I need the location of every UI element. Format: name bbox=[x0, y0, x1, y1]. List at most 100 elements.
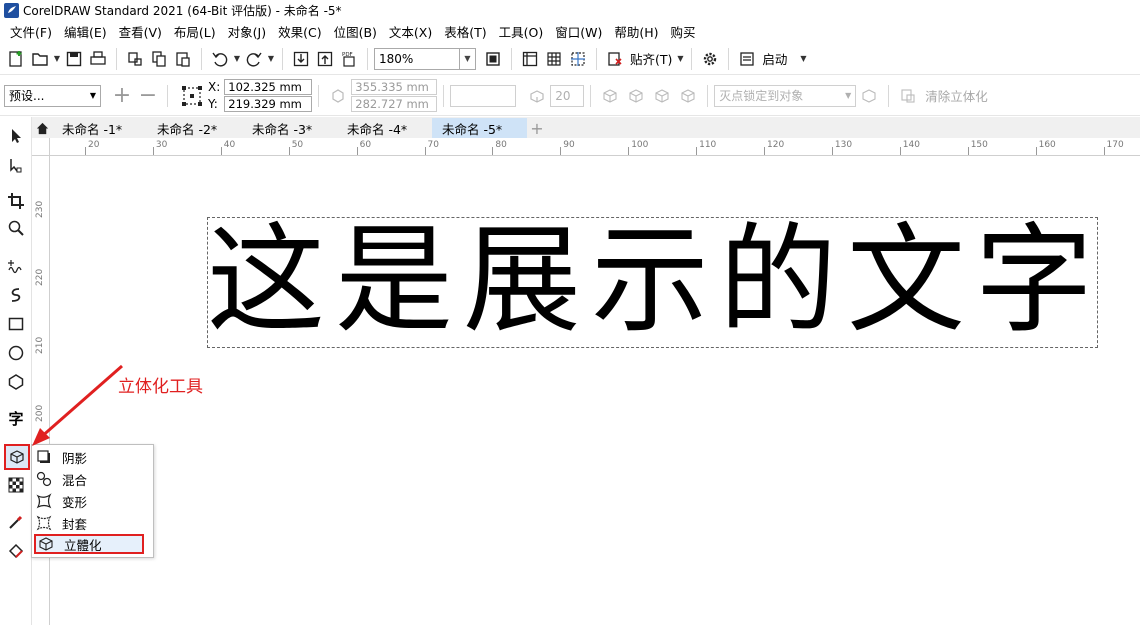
artistic-media-tool[interactable] bbox=[5, 284, 27, 306]
paste-button[interactable] bbox=[172, 46, 194, 72]
effects-flyout-menu: 阴影 混合 变形 封套 立體化 bbox=[31, 444, 154, 558]
redo-dropdown-caret[interactable]: ▼ bbox=[266, 54, 276, 63]
ruler-tick-label: 130 bbox=[834, 140, 853, 150]
show-rulers-button[interactable] bbox=[519, 46, 541, 72]
clear-extrude-button[interactable]: 清除立体化 bbox=[925, 86, 988, 105]
menu-help[interactable]: 帮助(H) bbox=[608, 22, 664, 41]
extrusion-type-dropdown[interactable] bbox=[450, 84, 517, 107]
extrude-bevel-icon[interactable] bbox=[649, 87, 675, 105]
application-launcher-button[interactable] bbox=[736, 46, 758, 72]
menu-tools[interactable]: 工具(O) bbox=[493, 22, 550, 41]
open-dropdown-caret[interactable]: ▼ bbox=[52, 54, 62, 63]
x-position-input[interactable]: 102.325 mm bbox=[224, 79, 313, 95]
pick-tool[interactable] bbox=[5, 125, 27, 147]
snap-off-button[interactable] bbox=[604, 46, 626, 72]
text-tool[interactable]: 字 bbox=[5, 407, 27, 429]
zoom-dropdown-arrow[interactable]: ▼ bbox=[460, 47, 476, 70]
import-button[interactable] bbox=[290, 46, 312, 72]
flyout-item-blend[interactable]: 混合 bbox=[34, 469, 153, 489]
add-preset-icon[interactable]: + bbox=[109, 83, 135, 108]
zoom-tool[interactable] bbox=[5, 217, 27, 239]
depth-icon bbox=[524, 87, 550, 105]
flyout-item-drop-shadow[interactable]: 阴影 bbox=[34, 447, 153, 467]
rectangle-tool[interactable] bbox=[5, 313, 27, 335]
menu-text[interactable]: 文本(X) bbox=[383, 22, 438, 41]
vanishing-point-y-input[interactable]: 282.727 mm bbox=[351, 96, 438, 112]
menu-object[interactable]: 对象(J) bbox=[222, 22, 272, 41]
launch-label[interactable]: 启动 bbox=[762, 49, 787, 68]
vanishing-point-lock-dropdown[interactable]: 灭点锁定到对象 ▼ bbox=[714, 84, 857, 107]
new-tab-button[interactable]: + bbox=[527, 119, 547, 138]
interactive-effects-tool[interactable] bbox=[4, 444, 30, 470]
ruler-tick bbox=[288, 147, 290, 155]
ruler-origin[interactable] bbox=[32, 138, 50, 156]
vanishing-point-coords-icon bbox=[325, 87, 351, 105]
artistic-text-object[interactable]: 这是展示的文字 bbox=[207, 212, 1098, 348]
transparency-tool[interactable] bbox=[5, 474, 27, 496]
y-position-input[interactable]: 219.329 mm bbox=[224, 96, 313, 112]
extrude-rotation-icon[interactable] bbox=[597, 87, 623, 105]
launch-dropdown-caret[interactable]: ▼ bbox=[798, 54, 808, 63]
undo-button[interactable] bbox=[209, 46, 231, 72]
print-icon bbox=[90, 50, 106, 65]
save-button[interactable] bbox=[63, 46, 85, 72]
copy-extrude-properties-icon[interactable] bbox=[856, 87, 882, 105]
open-button[interactable] bbox=[29, 46, 51, 72]
shape-tool[interactable] bbox=[5, 154, 27, 176]
eyedropper-tool[interactable] bbox=[5, 511, 27, 533]
tab-document-3[interactable]: 未命名 -3* bbox=[242, 118, 337, 138]
welcome-screen-tab[interactable] bbox=[32, 118, 52, 138]
tab-document-4[interactable]: 未命名 -4* bbox=[337, 118, 432, 138]
vanishing-point-x-input[interactable]: 355.335 mm bbox=[351, 79, 438, 95]
clear-extrude-icon[interactable] bbox=[895, 87, 921, 105]
polygon-tool[interactable] bbox=[5, 371, 27, 393]
zoom-level-input[interactable]: 180% bbox=[374, 47, 460, 70]
show-guidelines-button[interactable] bbox=[567, 46, 589, 72]
snap-dropdown-caret[interactable]: ▼ bbox=[675, 54, 685, 63]
publish-pdf-button[interactable]: PDF bbox=[338, 46, 360, 72]
cut-button[interactable] bbox=[124, 46, 146, 72]
options-button[interactable] bbox=[699, 46, 721, 72]
checkerboard-icon bbox=[8, 477, 24, 493]
tab-document-5[interactable]: 未命名 -5* bbox=[432, 118, 527, 138]
ruler-tick bbox=[831, 147, 833, 155]
extrude-lighting-icon[interactable] bbox=[675, 87, 701, 105]
new-document-button[interactable] bbox=[5, 46, 27, 72]
property-bar: 预设... ▼ + − X: Y: 102.325 mm 219.329 mm … bbox=[0, 76, 1140, 116]
menu-edit[interactable]: 编辑(E) bbox=[58, 22, 113, 41]
export-button[interactable] bbox=[314, 46, 336, 72]
copy-button[interactable] bbox=[148, 46, 170, 72]
ruler-tick bbox=[1103, 147, 1105, 155]
full-screen-preview-button[interactable] bbox=[482, 46, 504, 72]
flyout-item-envelope[interactable]: 封套 bbox=[34, 513, 153, 533]
horizontal-ruler[interactable]: 20 30 40 50 60 70 80 90 100 110 120 130 140 150 160 170 bbox=[50, 138, 1140, 156]
undo-dropdown-caret[interactable]: ▼ bbox=[232, 54, 242, 63]
tab-document-2[interactable]: 未命名 -2* bbox=[147, 118, 242, 138]
depth-input[interactable]: 20 bbox=[550, 84, 585, 107]
crop-tool[interactable] bbox=[5, 190, 27, 212]
menu-bitmaps[interactable]: 位图(B) bbox=[328, 22, 383, 41]
extrude-color-icon[interactable] bbox=[623, 87, 649, 105]
flyout-item-distort[interactable]: 变形 bbox=[34, 491, 153, 511]
freehand-tool[interactable] bbox=[5, 255, 27, 277]
menu-table[interactable]: 表格(T) bbox=[438, 22, 492, 41]
show-grid-button[interactable] bbox=[543, 46, 565, 72]
menu-layout[interactable]: 布局(L) bbox=[168, 22, 222, 41]
snap-to-menu[interactable]: 贴齐(T) bbox=[630, 49, 672, 68]
interactive-fill-tool[interactable] bbox=[5, 540, 27, 562]
menu-buy[interactable]: 购买 bbox=[665, 22, 702, 41]
menu-effects[interactable]: 效果(C) bbox=[272, 22, 327, 41]
menu-view[interactable]: 查看(V) bbox=[113, 22, 168, 41]
ellipse-tool[interactable] bbox=[5, 342, 27, 364]
print-button[interactable] bbox=[87, 46, 109, 72]
redo-button[interactable] bbox=[243, 46, 265, 72]
menu-window[interactable]: 窗口(W) bbox=[549, 22, 608, 41]
reference-point-icon[interactable] bbox=[180, 84, 204, 108]
tab-document-1[interactable]: 未命名 -1* bbox=[52, 118, 147, 138]
menu-file[interactable]: 文件(F) bbox=[4, 22, 58, 41]
remove-preset-icon[interactable]: − bbox=[135, 83, 161, 108]
crop-icon bbox=[8, 193, 24, 209]
ruler-tick bbox=[560, 147, 562, 155]
flyout-item-extrude[interactable]: 立體化 bbox=[34, 534, 144, 554]
preset-dropdown[interactable]: 预设... ▼ bbox=[4, 84, 101, 107]
